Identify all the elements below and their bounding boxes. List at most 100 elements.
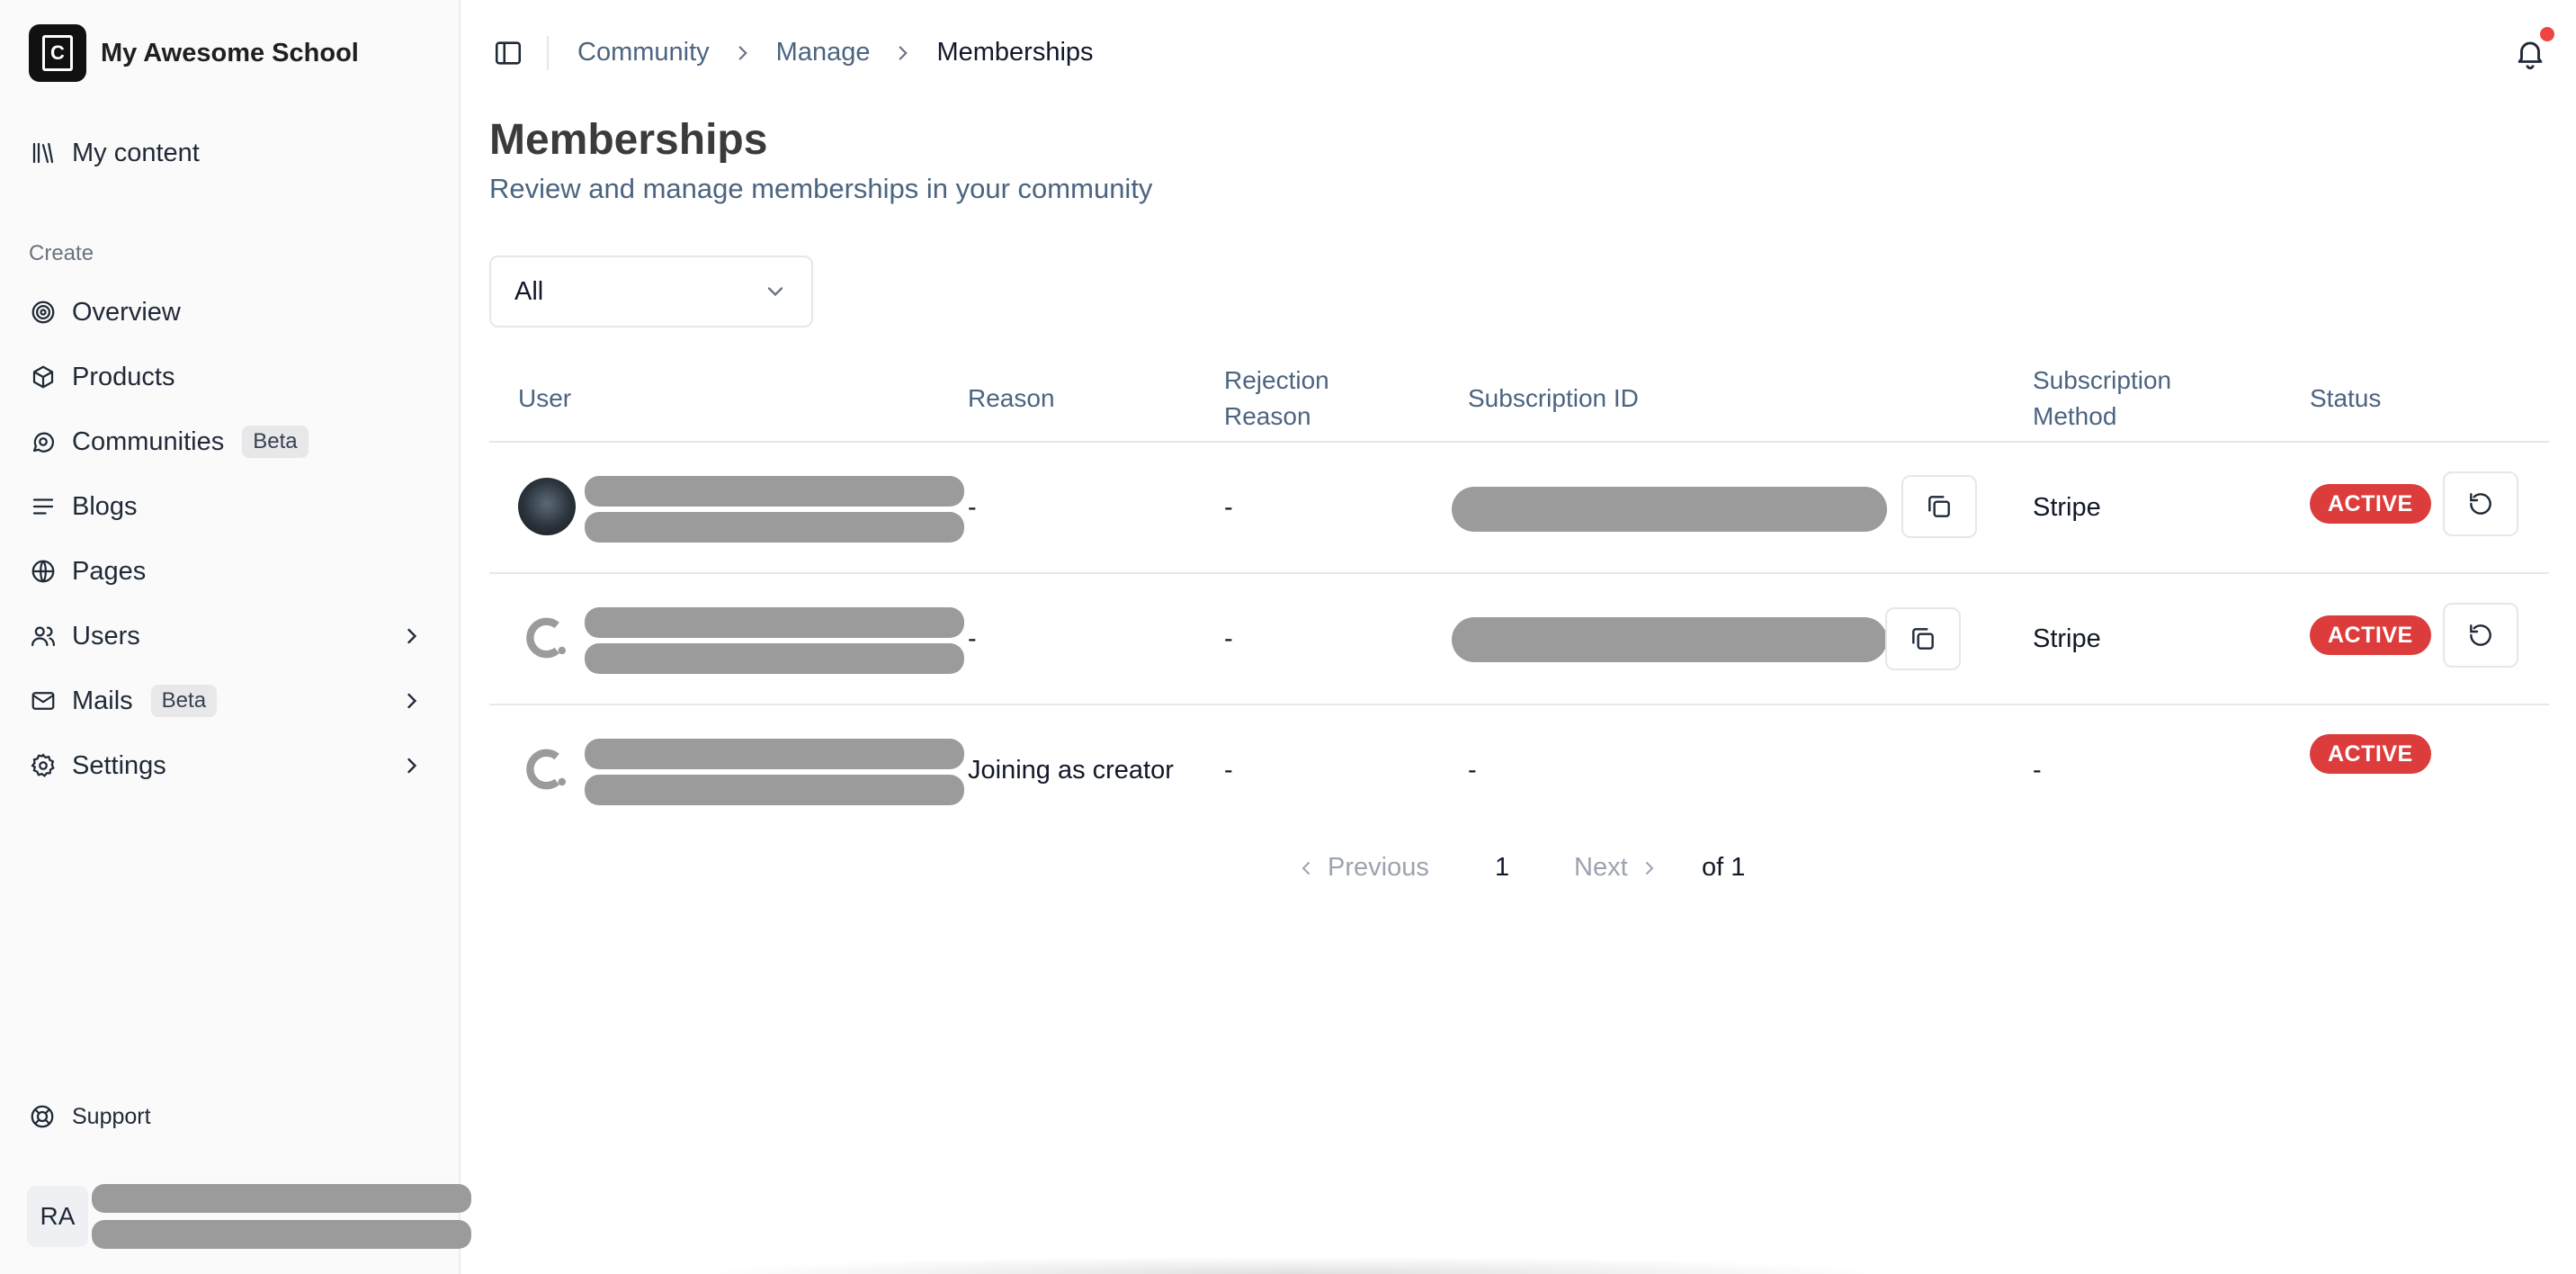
- chevron-down-icon: [767, 287, 783, 297]
- scroll-shadow: [685, 1256, 1900, 1274]
- sidebar-item-users[interactable]: Users: [29, 609, 432, 663]
- status-badge: ACTIVE: [2310, 615, 2431, 655]
- current-page[interactable]: 1: [1495, 853, 1509, 883]
- rotate-ccw-icon: [2470, 493, 2491, 515]
- support-link[interactable]: Support: [29, 1103, 151, 1130]
- copy-icon: [1928, 496, 1950, 517]
- sidebar-item-label: Communities: [72, 426, 225, 456]
- avatar: [518, 609, 576, 667]
- sidebar-item-pages[interactable]: Pages: [29, 544, 432, 598]
- next-page-button[interactable]: Next: [1574, 853, 1660, 883]
- topbar: Community Manage Memberships: [461, 0, 2576, 106]
- column-header-reason: Reason: [968, 384, 1055, 412]
- subscription-method-cell: Stripe: [2033, 493, 2101, 522]
- header-line: Reason: [1224, 402, 1311, 430]
- chevron-right-icon: [899, 45, 908, 60]
- copy-icon: [1912, 628, 1934, 650]
- chevron-right-icon: [407, 758, 417, 774]
- reset-button[interactable]: [2443, 603, 2518, 668]
- avatar: RA: [27, 1186, 88, 1247]
- divider: [547, 36, 549, 70]
- header-line: Method: [2033, 402, 2117, 430]
- sidebar-item-blogs[interactable]: Blogs: [29, 480, 432, 534]
- globe-icon: [29, 557, 58, 586]
- column-header-status: Status: [2310, 384, 2382, 412]
- sidebar-item-label: My content: [72, 138, 200, 167]
- previous-page-button[interactable]: Previous: [1295, 853, 1429, 883]
- page-title: Memberships: [489, 116, 768, 164]
- notification-dot: [2540, 27, 2554, 41]
- redacted-user-name: [585, 476, 964, 507]
- chevron-right-icon: [738, 45, 747, 60]
- header-line: Rejection: [1224, 366, 1329, 394]
- sidebar-item-label: Users: [72, 621, 140, 650]
- status-badge: ACTIVE: [2310, 734, 2431, 774]
- page-subtitle: Review and manage memberships in your co…: [489, 173, 1153, 204]
- divider: [489, 441, 2549, 443]
- column-header-rejection-reason: Rejection Reason: [1224, 363, 1329, 435]
- sidebar-item-label: Products: [72, 362, 175, 391]
- breadcrumb: Community Manage Memberships: [577, 38, 1094, 67]
- reason-cell: -: [968, 624, 977, 653]
- school-name: My Awesome School: [101, 38, 359, 67]
- reset-button[interactable]: [2443, 471, 2518, 536]
- divider: [489, 704, 2549, 705]
- chevron-right-icon: [1645, 861, 1654, 875]
- sidebar-item-settings[interactable]: Settings: [29, 739, 432, 793]
- main-content: Community Manage Memberships Memberships…: [461, 0, 2576, 1274]
- redacted-user-info: [92, 1184, 471, 1249]
- subscription-method-cell: -: [2033, 756, 2042, 785]
- chevron-left-icon: [1301, 861, 1310, 875]
- breadcrumb-manage[interactable]: Manage: [776, 38, 871, 67]
- sidebar-item-communities[interactable]: Communities Beta: [29, 415, 432, 469]
- next-label: Next: [1574, 853, 1628, 882]
- status-badge: ACTIVE: [2310, 484, 2431, 524]
- column-header-user: User: [518, 384, 572, 412]
- copy-button[interactable]: [1885, 607, 1961, 670]
- sidebar-item-mails[interactable]: Mails Beta: [29, 674, 432, 728]
- reason-cell: Joining as creator: [968, 756, 1174, 785]
- filter-value: All: [514, 276, 544, 306]
- lifebuoy-icon: [31, 1105, 54, 1128]
- rejection-reason-cell: -: [1224, 624, 1233, 653]
- redacted-user-email: [585, 512, 964, 543]
- status-filter-select[interactable]: All: [489, 256, 813, 327]
- sidebar-item-my-content[interactable]: My content: [29, 126, 432, 180]
- redacted-subscription-id: [1452, 487, 1887, 532]
- sidebar-item-label: Blogs: [72, 491, 138, 521]
- redacted-user-name: [92, 1184, 471, 1213]
- avatar: [518, 478, 576, 535]
- text-lines-icon: [29, 492, 58, 521]
- chevron-right-icon: [407, 628, 417, 644]
- sidebar-item-label: Overview: [72, 297, 181, 327]
- rejection-reason-cell: -: [1224, 756, 1233, 785]
- previous-label: Previous: [1328, 853, 1429, 882]
- redacted-user-email: [585, 775, 964, 805]
- section-label-create: Create: [29, 241, 94, 265]
- pagination: Previous 1 Next of 1: [461, 853, 2576, 889]
- divider: [489, 572, 2549, 574]
- chevron-right-icon: [407, 693, 417, 709]
- sidebar-item-overview[interactable]: Overview: [29, 285, 432, 339]
- bell-icon[interactable]: [2513, 36, 2547, 70]
- school-brand[interactable]: C My Awesome School: [29, 24, 359, 82]
- redacted-user-name: [585, 739, 964, 769]
- sidebar-item-label: Mails: [72, 686, 133, 715]
- users-icon: [29, 622, 58, 650]
- breadcrumb-memberships: Memberships: [936, 38, 1094, 67]
- mail-icon: [29, 686, 58, 715]
- sidebar-item-label: Pages: [72, 556, 147, 586]
- column-header-subscription-id: Subscription ID: [1468, 384, 1639, 412]
- sidebar-item-label: Settings: [72, 750, 166, 780]
- beta-badge: Beta: [242, 426, 309, 458]
- gear-icon: [29, 751, 58, 780]
- breadcrumb-community[interactable]: Community: [577, 38, 710, 67]
- user-menu[interactable]: RA: [27, 1184, 471, 1249]
- copy-button[interactable]: [1901, 475, 1977, 538]
- sidebar-item-products[interactable]: Products: [29, 350, 432, 404]
- school-logo: C: [29, 24, 86, 82]
- subscription-method-cell: Stripe: [2033, 624, 2101, 653]
- page-total: of 1: [1702, 853, 1746, 882]
- sidebar-toggle-icon[interactable]: [493, 38, 523, 68]
- column-header-subscription-method: Subscription Method: [2033, 363, 2171, 435]
